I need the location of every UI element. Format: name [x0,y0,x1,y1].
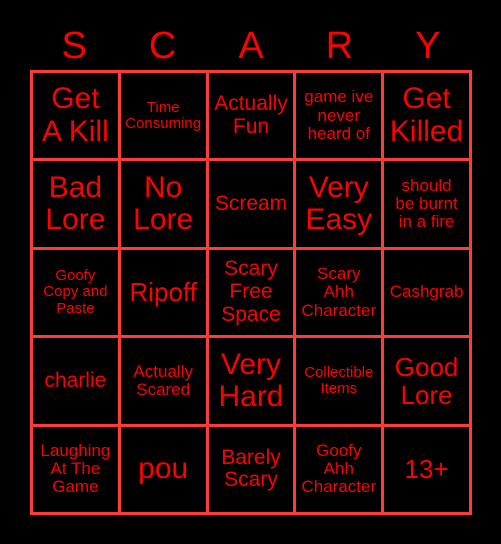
bingo-cell[interactable]: Actually Scared [120,338,206,424]
bingo-cell[interactable]: Bad Lore [33,161,118,247]
bingo-cell[interactable]: charlie [33,338,118,424]
bingo-cell-label: Get A Kill [42,82,109,148]
bingo-cell[interactable]: No Lore [120,161,206,247]
bingo-cell-label: Good Lore [394,351,459,410]
bingo-cell-label: pou [138,452,189,486]
bingo-cell[interactable]: 13+ [384,426,469,512]
bingo-cell[interactable]: should be burnt in a fire [384,161,469,247]
bingo-cell-label: charlie [44,368,107,392]
bingo-cell-label: Scream [214,191,288,215]
bingo-cell[interactable]: Laughing At The Game [33,426,118,512]
bingo-grid: Get A Kill Time Consuming Actually Fun game iv… [30,70,472,515]
bingo-cell-label: Get Killed [389,82,464,148]
bingo-cell[interactable]: Goofy Copy and Paste [33,249,118,336]
bingo-cell[interactable]: Time Consuming [120,73,206,159]
bingo-cell[interactable]: pou [120,426,206,512]
bingo-cell-label: Very Easy [305,170,373,237]
bingo-cell[interactable]: Barely Scary [208,426,294,512]
bingo-cell-label: Bad Lore [45,170,106,237]
bingo-cell-label: Cashgrab [389,282,464,302]
bingo-cell[interactable]: Collectible Items [296,338,382,424]
bingo-cell-label: Scary Free Space [221,257,281,326]
bingo-free-space-cell[interactable]: Scary Free Space [208,249,294,336]
bingo-cell[interactable]: Very Easy [296,161,382,247]
bingo-cell-label: Barely Scary [221,445,281,492]
bingo-header-letter-2: A [238,25,264,67]
bingo-header-letter-3: R [325,25,354,67]
bingo-cell-label: Scary Ahh Character [301,263,377,320]
bingo-cell[interactable]: Scream [208,161,294,247]
bingo-cell-label: Time Consuming [125,98,202,132]
bingo-cell-label: Goofy Copy and Paste [43,267,108,317]
bingo-header-letter-4: Y [415,25,441,67]
bingo-cell-label: No Lore [133,170,194,237]
bingo-cell[interactable]: Very Hard [208,338,294,424]
bingo-cell[interactable]: Cashgrab [384,249,469,336]
bingo-header-letter-0: S [61,25,87,67]
bingo-header: SCARY [30,22,472,70]
bingo-cell-label: game ive never heard of [304,87,374,143]
bingo-cell[interactable]: Goofy Ahh Character [296,426,382,512]
bingo-cell-label: Collectible Items [304,363,374,397]
bingo-cell-label: 13+ [404,454,449,485]
bingo-header-letter-1: C [148,25,177,67]
bingo-cell-label: Ripoff [129,277,197,308]
bingo-cell[interactable]: Scary Ahh Character [296,249,382,336]
bingo-cell[interactable]: Get Killed [384,73,469,159]
bingo-cell-label: Actually Scared [133,361,193,399]
bingo-cell-label: should be burnt in a fire [395,175,458,232]
bingo-cell[interactable]: game ive never heard of [296,73,382,159]
bingo-cell[interactable]: Actually Fun [208,73,294,159]
bingo-cell[interactable]: Ripoff [120,249,206,336]
bingo-cell-label: Actually Fun [214,92,288,138]
bingo-cell[interactable]: Get A Kill [33,73,118,159]
bingo-card: S C A R Y Get A Kill Time Consuming Actually Fun g… [0,0,501,544]
bingo-cell[interactable]: Good Lore [384,338,469,424]
bingo-cell-label: Very Hard [218,347,284,413]
bingo-cell-label: Laughing At The Game [40,440,111,497]
bingo-cell-label: Goofy Ahh Character [301,440,377,497]
